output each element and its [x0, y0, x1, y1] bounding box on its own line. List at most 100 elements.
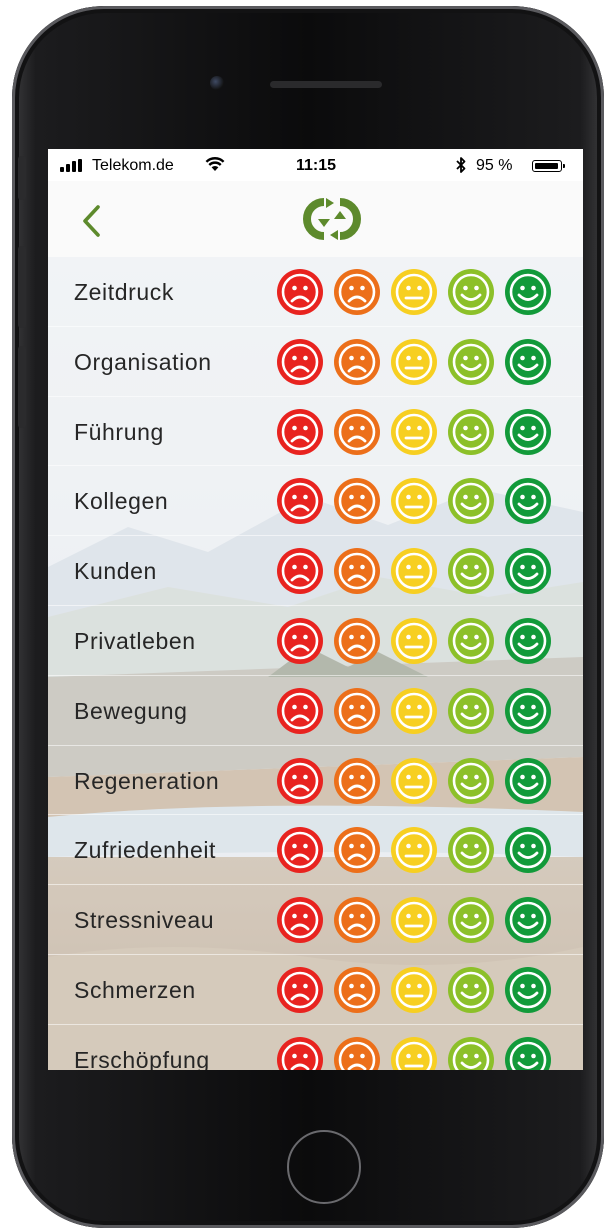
- rating-face-1-sad-icon[interactable]: [276, 477, 324, 525]
- rating-row: Stressniveau: [48, 885, 583, 955]
- rating-face-3-neutral-icon[interactable]: [390, 408, 438, 456]
- rating-face-2-sad-icon[interactable]: [333, 826, 381, 874]
- category-label: Organisation: [74, 348, 212, 375]
- battery-fill: [535, 163, 558, 169]
- rating-face-5-happy-icon[interactable]: [504, 477, 552, 525]
- rating-face-5-happy-icon[interactable]: [504, 896, 552, 944]
- rating-face-2-sad-icon[interactable]: [333, 408, 381, 456]
- rating-row: Zufriedenheit: [48, 815, 583, 886]
- rating-face-1-sad-icon[interactable]: [276, 268, 324, 316]
- signal-bars-icon: [60, 159, 86, 172]
- category-label: Schmerzen: [74, 976, 196, 1003]
- rating-face-3-neutral-icon[interactable]: [390, 687, 438, 735]
- rating-face-2-sad-icon[interactable]: [333, 966, 381, 1014]
- status-bar: Telekom.de 11:15 95 %: [48, 149, 583, 181]
- rating-face-2-sad-icon[interactable]: [333, 1036, 381, 1070]
- rating-face-4-happy-icon[interactable]: [447, 1036, 495, 1070]
- rating-face-2-sad-icon[interactable]: [333, 268, 381, 316]
- rating-face-4-happy-icon[interactable]: [447, 338, 495, 386]
- rating-face-1-sad-icon[interactable]: [276, 966, 324, 1014]
- rating-face-4-happy-icon[interactable]: [447, 547, 495, 595]
- rating-face-2-sad-icon[interactable]: [333, 617, 381, 665]
- rating-face-3-neutral-icon[interactable]: [390, 757, 438, 805]
- category-label: Kollegen: [74, 488, 169, 515]
- volume-down-button: [18, 346, 26, 428]
- category-label: Zeitdruck: [74, 279, 174, 305]
- rating-face-5-happy-icon[interactable]: [504, 338, 552, 386]
- rating-face-2-sad-icon[interactable]: [333, 477, 381, 525]
- rating-face-1-sad-icon[interactable]: [276, 1036, 324, 1070]
- rating-face-1-sad-icon[interactable]: [276, 687, 324, 735]
- rating-face-3-neutral-icon[interactable]: [390, 547, 438, 595]
- rating-face-3-neutral-icon[interactable]: [390, 338, 438, 386]
- rating-face-4-happy-icon[interactable]: [447, 477, 495, 525]
- rating-face-5-happy-icon[interactable]: [504, 408, 552, 456]
- front-camera: [210, 76, 224, 90]
- rating-face-4-happy-icon[interactable]: [447, 966, 495, 1014]
- rating-face-2-sad-icon[interactable]: [333, 896, 381, 944]
- rating-face-3-neutral-icon[interactable]: [390, 966, 438, 1014]
- rating-face-1-sad-icon[interactable]: [276, 896, 324, 944]
- earpiece-speaker: [270, 81, 382, 88]
- rating-face-1-sad-icon[interactable]: [276, 826, 324, 874]
- rating-options: [276, 268, 576, 316]
- rating-face-2-sad-icon[interactable]: [333, 338, 381, 386]
- rating-face-4-happy-icon[interactable]: [447, 617, 495, 665]
- category-label: Kunden: [74, 558, 157, 585]
- rating-row: Führung: [48, 397, 583, 467]
- category-label: Stressniveau: [74, 907, 215, 934]
- rating-face-5-happy-icon[interactable]: [504, 1036, 552, 1070]
- clock-time: 11:15: [296, 157, 337, 174]
- rating-face-2-sad-icon[interactable]: [333, 757, 381, 805]
- rating-face-1-sad-icon[interactable]: [276, 408, 324, 456]
- wifi-icon: [204, 155, 226, 178]
- rating-face-3-neutral-icon[interactable]: [390, 896, 438, 944]
- rating-face-5-happy-icon[interactable]: [504, 757, 552, 805]
- rating-options: [276, 547, 576, 595]
- rating-face-4-happy-icon[interactable]: [447, 687, 495, 735]
- category-label: Erschöpfung: [74, 1046, 210, 1070]
- rating-face-1-sad-icon[interactable]: [276, 338, 324, 386]
- battery-icon: [532, 160, 565, 172]
- app-screen: Telekom.de 11:15 95 % Zeitdruck Organisa…: [48, 149, 583, 1070]
- category-label: Regeneration: [74, 767, 220, 794]
- rating-face-4-happy-icon[interactable]: [447, 757, 495, 805]
- rating-face-4-happy-icon[interactable]: [447, 826, 495, 874]
- rating-face-3-neutral-icon[interactable]: [390, 268, 438, 316]
- rating-face-1-sad-icon[interactable]: [276, 757, 324, 805]
- rating-row: Organisation: [48, 327, 583, 397]
- rating-face-5-happy-icon[interactable]: [504, 547, 552, 595]
- rating-face-3-neutral-icon[interactable]: [390, 477, 438, 525]
- rating-face-5-happy-icon[interactable]: [504, 268, 552, 316]
- rating-face-3-neutral-icon[interactable]: [390, 1036, 438, 1070]
- rating-face-5-happy-icon[interactable]: [504, 617, 552, 665]
- rating-options: [276, 896, 576, 944]
- rating-face-3-neutral-icon[interactable]: [390, 826, 438, 874]
- app-logo-icon: [300, 193, 364, 245]
- mute-switch: [18, 156, 26, 200]
- rating-face-5-happy-icon[interactable]: [504, 687, 552, 735]
- rating-options: [276, 408, 576, 456]
- rating-face-3-neutral-icon[interactable]: [390, 617, 438, 665]
- category-label: Bewegung: [74, 697, 188, 724]
- rating-face-5-happy-icon[interactable]: [504, 826, 552, 874]
- category-label: Zufriedenheit: [74, 837, 217, 864]
- rating-face-4-happy-icon[interactable]: [447, 268, 495, 316]
- rating-face-2-sad-icon[interactable]: [333, 547, 381, 595]
- rating-face-2-sad-icon[interactable]: [333, 687, 381, 735]
- rating-face-4-happy-icon[interactable]: [447, 896, 495, 944]
- volume-up-button: [18, 246, 26, 328]
- home-button[interactable]: [287, 1130, 361, 1204]
- rating-face-4-happy-icon[interactable]: [447, 408, 495, 456]
- category-label: Privatleben: [74, 627, 196, 654]
- back-button[interactable]: [76, 201, 106, 241]
- rating-face-5-happy-icon[interactable]: [504, 966, 552, 1014]
- rating-options: [276, 826, 576, 874]
- rating-options: [276, 338, 576, 386]
- rating-face-1-sad-icon[interactable]: [276, 547, 324, 595]
- rating-options: [276, 757, 576, 805]
- rating-face-1-sad-icon[interactable]: [276, 617, 324, 665]
- rating-row: Kunden: [48, 536, 583, 606]
- rating-row: Erschöpfung: [48, 1025, 583, 1070]
- rating-row: Kollegen: [48, 466, 583, 537]
